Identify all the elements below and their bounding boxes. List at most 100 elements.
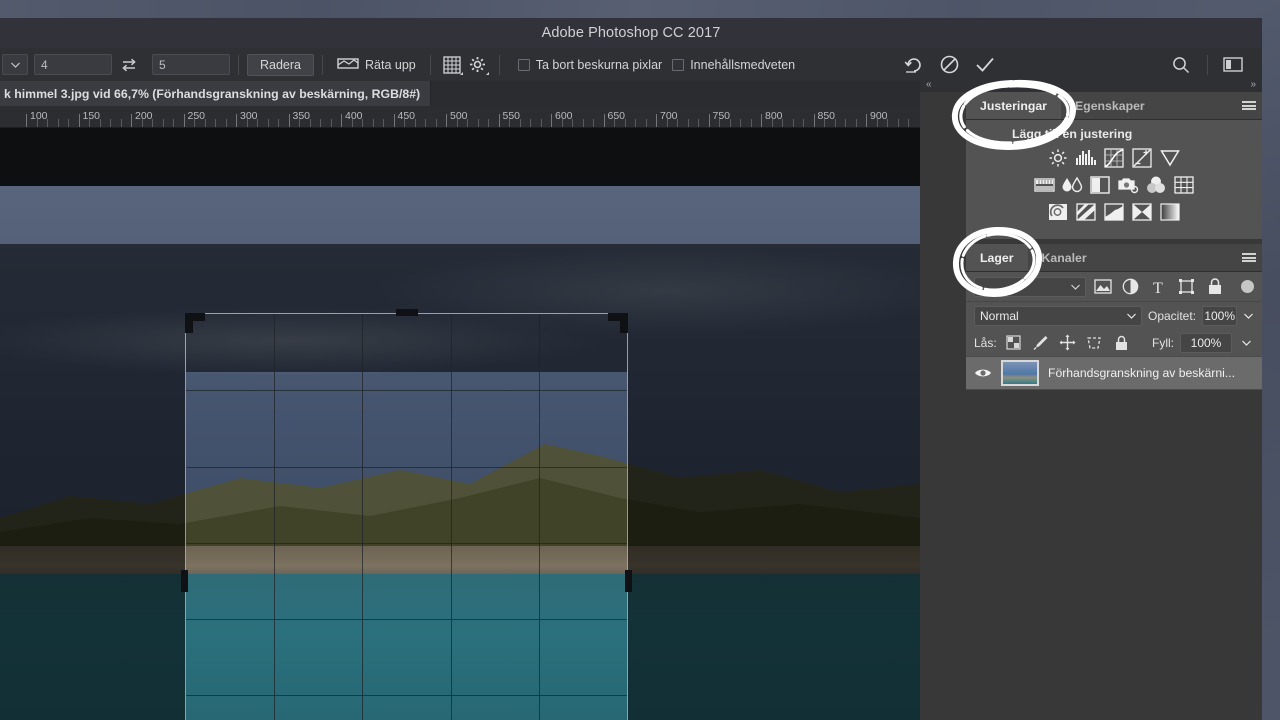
- ruler-tick: [446, 114, 447, 127]
- crop-height-input[interactable]: 5: [152, 54, 230, 75]
- crop-width-input[interactable]: 4: [34, 54, 112, 75]
- black-white-icon[interactable]: [1089, 174, 1111, 196]
- canvas-top-band: [0, 128, 920, 186]
- ruler-minor-tick: [477, 119, 479, 127]
- tab-egenskaper[interactable]: Egenskaper: [1060, 92, 1159, 119]
- layer-filter-kind-select[interactable]: [974, 276, 1086, 297]
- crop-handle-top-right-h[interactable]: [608, 313, 628, 321]
- levels-icon[interactable]: [1075, 147, 1097, 169]
- posterize-icon[interactable]: [1075, 201, 1097, 223]
- panel-menu-icon[interactable]: [1236, 244, 1262, 271]
- ruler-tick: [498, 114, 500, 127]
- content-aware-checkbox[interactable]: Innehållsmedveten: [672, 58, 795, 72]
- canvas-area[interactable]: [0, 128, 920, 720]
- filter-type-icon[interactable]: T: [1147, 276, 1170, 298]
- content-aware-label: Innehållsmedveten: [690, 57, 796, 72]
- workspace-switcher-icon[interactable]: [1216, 52, 1252, 78]
- search-icon[interactable]: [1163, 52, 1199, 78]
- panel-menu-icon[interactable]: [1236, 92, 1262, 119]
- lock-position-icon[interactable]: [1057, 332, 1078, 353]
- filter-adjustment-icon[interactable]: [1119, 276, 1142, 298]
- channel-mixer-icon[interactable]: [1145, 174, 1167, 196]
- filter-enable-toggle[interactable]: [1241, 280, 1254, 293]
- vibrance-icon[interactable]: [1159, 147, 1181, 169]
- filter-shape-icon[interactable]: [1175, 276, 1198, 298]
- ruler-label: 150: [82, 110, 101, 122]
- invert-icon[interactable]: [1047, 201, 1069, 223]
- ruler-minor-tick: [614, 119, 615, 127]
- gear-icon[interactable]: [465, 53, 491, 77]
- lock-label: Lås:: [974, 335, 997, 350]
- reset-icon[interactable]: [895, 52, 931, 78]
- ruler-minor-tick: [624, 119, 626, 127]
- ruler-label: 300: [240, 110, 258, 122]
- panel-column: Justeringar Egenskaper Lägg till en just…: [966, 92, 1262, 390]
- ruler-label: 450: [397, 110, 416, 122]
- chevron-down-icon: [1241, 340, 1251, 346]
- crop-handle-top-left-h[interactable]: [185, 313, 205, 321]
- filter-pixel-icon[interactable]: [1091, 276, 1114, 298]
- opacity-input[interactable]: 100%: [1202, 305, 1238, 326]
- collapse-left-icon[interactable]: «: [926, 79, 932, 90]
- lock-all-icon[interactable]: [1111, 332, 1132, 353]
- ruler-tick: [761, 114, 762, 127]
- ruler-minor-tick: [824, 119, 825, 127]
- cancel-icon[interactable]: [931, 52, 967, 78]
- adjustments-panel-body: Lägg till en justering: [966, 120, 1262, 239]
- crop-handle-middle-left[interactable]: [181, 570, 188, 592]
- crop-overlay-grid-icon[interactable]: [439, 53, 465, 77]
- clear-button[interactable]: Radera: [247, 53, 314, 76]
- ruler-tick: [131, 114, 132, 127]
- ruler-minor-tick: [572, 119, 573, 127]
- opacity-stepper[interactable]: [1243, 306, 1254, 326]
- layer-list-item[interactable]: Förhandsgranskning av beskärni...: [966, 356, 1262, 390]
- ruler-minor-tick: [456, 119, 458, 127]
- fill-input[interactable]: 100%: [1180, 332, 1232, 353]
- tab-justeringar[interactable]: Justeringar: [966, 92, 1061, 119]
- ruler-tick: [551, 114, 552, 127]
- gradient-map-icon[interactable]: [1159, 201, 1181, 223]
- curves-icon[interactable]: [1103, 147, 1125, 169]
- ruler-minor-tick: [719, 119, 720, 127]
- threshold-icon[interactable]: [1103, 201, 1125, 223]
- lock-artboard-nesting-icon[interactable]: [1084, 332, 1105, 353]
- ruler-minor-tick: [257, 119, 258, 127]
- crop-handle-middle-right[interactable]: [625, 570, 632, 592]
- lock-transparent-pixels-icon[interactable]: [1003, 332, 1024, 353]
- ruler-tick: [78, 114, 80, 127]
- color-lookup-icon[interactable]: [1173, 174, 1195, 196]
- fill-stepper[interactable]: [1238, 333, 1254, 353]
- hue-saturation-icon[interactable]: [1033, 174, 1055, 196]
- ruler-minor-tick: [246, 119, 248, 127]
- brightness-contrast-icon[interactable]: [1047, 147, 1069, 169]
- adjustments-row: [966, 174, 1262, 196]
- tab-kanaler[interactable]: Kanaler: [1027, 244, 1101, 271]
- filter-smart-object-icon[interactable]: [1203, 276, 1226, 298]
- exposure-icon[interactable]: [1131, 147, 1153, 169]
- layer-visibility-eye-icon[interactable]: [974, 367, 992, 379]
- tab-lager[interactable]: Lager: [966, 244, 1028, 271]
- ruler-minor-tick: [750, 119, 752, 127]
- straighten-button[interactable]: Räta upp: [331, 53, 422, 77]
- crop-handle-top-center[interactable]: [395, 309, 418, 316]
- swap-arrows-icon[interactable]: [116, 54, 142, 76]
- collapse-right-icon[interactable]: »: [1250, 79, 1256, 90]
- crop-selection-rectangle[interactable]: [181, 309, 632, 720]
- chevron-down-icon: [1127, 313, 1136, 319]
- color-balance-icon[interactable]: [1061, 174, 1083, 196]
- ruler-minor-tick: [845, 119, 846, 127]
- crop-preset-dropdown[interactable]: [2, 54, 28, 75]
- commit-checkmark-icon[interactable]: [967, 52, 1003, 78]
- delete-cropped-pixels-checkbox[interactable]: Ta bort beskurna pixlar: [517, 58, 662, 72]
- ruler-minor-tick: [834, 119, 836, 127]
- adjustments-section-title: Lägg till en justering: [1012, 127, 1133, 141]
- ruler-minor-tick: [57, 119, 59, 127]
- horizontal-ruler[interactable]: 100 150 200 250 300 350 400 450 500 550 600 650 700 7…: [0, 106, 920, 128]
- photo-filter-icon[interactable]: [1117, 174, 1139, 196]
- lock-image-pixels-icon[interactable]: [1030, 332, 1051, 353]
- ruler-tick: [603, 114, 605, 127]
- blend-mode-select[interactable]: Normal: [974, 305, 1142, 326]
- selective-color-icon[interactable]: [1131, 201, 1153, 223]
- ruler-minor-tick: [173, 119, 174, 127]
- document-tab[interactable]: k himmel 3.jpg vid 66,7% (Förhandsgransk…: [0, 81, 432, 106]
